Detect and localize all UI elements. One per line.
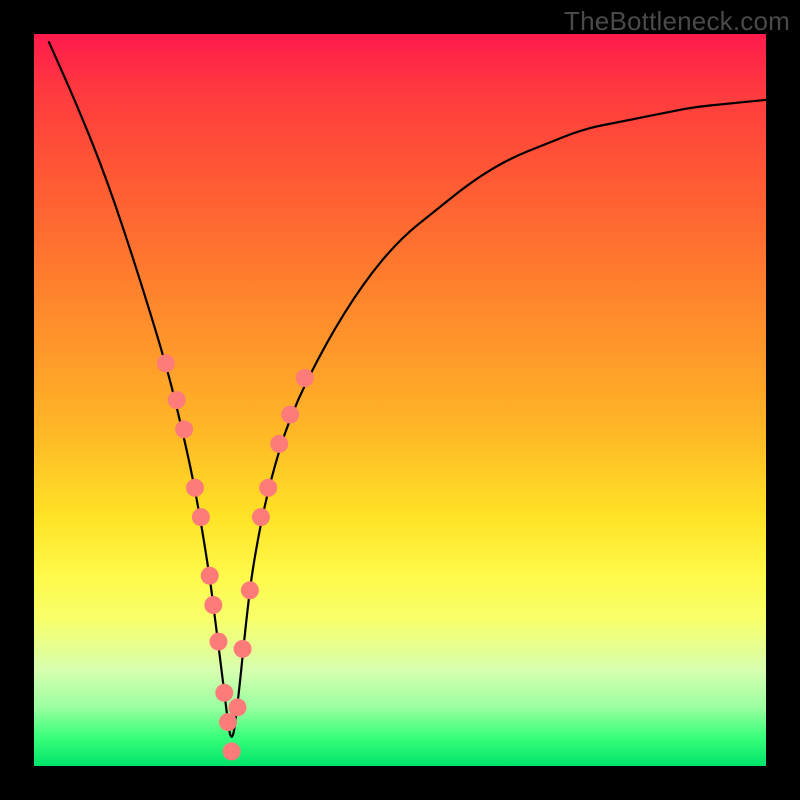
marker-dot [223, 742, 241, 760]
marker-dot [204, 596, 222, 614]
marker-dot [296, 369, 314, 387]
marker-dot [192, 508, 210, 526]
marker-dots [157, 354, 314, 760]
marker-dot [175, 420, 193, 438]
marker-dot [201, 567, 219, 585]
watermark: TheBottleneck.com [564, 6, 790, 37]
chart-frame: TheBottleneck.com [0, 0, 800, 800]
bottleneck-curve [49, 41, 766, 736]
marker-dot [229, 698, 247, 716]
marker-dot [168, 391, 186, 409]
marker-dot [219, 713, 237, 731]
marker-dot [252, 508, 270, 526]
marker-dot [215, 684, 233, 702]
curve-layer [34, 34, 766, 766]
marker-dot [259, 479, 277, 497]
marker-dot [281, 406, 299, 424]
marker-dot [186, 479, 204, 497]
plot-area [34, 34, 766, 766]
marker-dot [157, 354, 175, 372]
marker-dot [234, 640, 252, 658]
marker-dot [241, 581, 259, 599]
marker-dot [210, 633, 228, 651]
marker-dot [270, 435, 288, 453]
